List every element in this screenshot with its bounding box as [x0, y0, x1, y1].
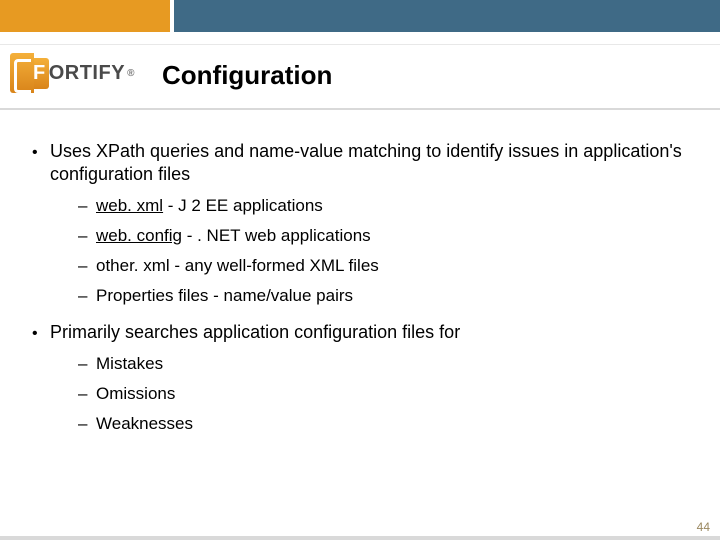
slide-title: Configuration: [162, 60, 332, 91]
brand-registered-icon: ®: [127, 68, 135, 79]
top-bar-blue: [174, 0, 720, 32]
sub-underline: web. xml: [96, 196, 163, 215]
sub-bullet-text: other. xml - any well-formed XML files: [96, 255, 379, 277]
brand-mark-icon: [10, 53, 34, 93]
dash-icon: [78, 413, 96, 435]
dash-icon: [78, 195, 96, 217]
sub-bullet-text: Omissions: [96, 383, 175, 405]
bullet-text: Uses XPath queries and name-value matchi…: [50, 140, 688, 187]
dash-icon: [78, 225, 96, 247]
sub-list: Mistakes Omissions Weaknesses: [78, 353, 688, 435]
sub-bullet-text: Weaknesses: [96, 413, 193, 435]
top-bar: [0, 0, 720, 32]
sub-bullet-item: web. xml - J 2 EE applications: [78, 195, 688, 217]
sub-bullet-text: web. config - . NET web applications: [96, 225, 371, 247]
header-thin-rule: [0, 44, 720, 45]
slide-content: Uses XPath queries and name-value matchi…: [32, 140, 688, 449]
dash-icon: [78, 285, 96, 307]
brand-lead-letter: F: [32, 58, 49, 89]
sub-underline: web. config: [96, 226, 182, 245]
bullet-dot-icon: [32, 140, 50, 187]
bullet-item: Uses XPath queries and name-value matchi…: [32, 140, 688, 187]
sub-bullet-text: Properties files - name/value pairs: [96, 285, 353, 307]
top-bar-orange: [0, 0, 170, 32]
bullet-text: Primarily searches application configura…: [50, 321, 688, 345]
sub-list: web. xml - J 2 EE applications web. conf…: [78, 195, 688, 307]
bullet-dot-icon: [32, 321, 50, 345]
brand-rest: ORTIFY: [49, 62, 125, 85]
sub-bullet-item: other. xml - any well-formed XML files: [78, 255, 688, 277]
sub-bullet-item: Properties files - name/value pairs: [78, 285, 688, 307]
sub-rest: - J 2 EE applications: [163, 196, 323, 215]
sub-bullet-item: Omissions: [78, 383, 688, 405]
dash-icon: [78, 255, 96, 277]
sub-bullet-text: web. xml - J 2 EE applications: [96, 195, 323, 217]
dash-icon: [78, 383, 96, 405]
bottom-rule: [0, 536, 720, 540]
sub-bullet-item: web. config - . NET web applications: [78, 225, 688, 247]
bullet-item: Primarily searches application configura…: [32, 321, 688, 345]
sub-rest: - . NET web applications: [182, 226, 371, 245]
brand-wordmark: FORTIFY®: [32, 58, 135, 89]
page-number: 44: [697, 520, 710, 534]
dash-icon: [78, 353, 96, 375]
sub-bullet-item: Mistakes: [78, 353, 688, 375]
sub-bullet-item: Weaknesses: [78, 413, 688, 435]
header-rule: [0, 108, 720, 110]
sub-bullet-text: Mistakes: [96, 353, 163, 375]
brand-logo: FORTIFY®: [10, 52, 148, 94]
